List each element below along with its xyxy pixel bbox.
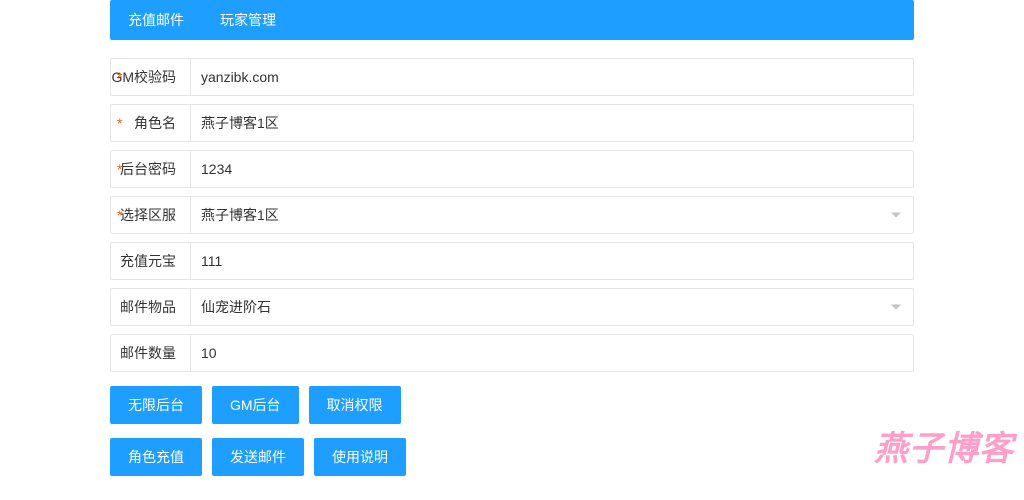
label-server-select: 选择区服: [111, 197, 191, 233]
role-recharge-button[interactable]: 角色充值: [110, 438, 202, 476]
role-name-input[interactable]: [201, 115, 903, 131]
label-role-name: 角色名: [111, 105, 191, 141]
row-mail-quantity: 邮件数量: [110, 334, 914, 372]
gm-admin-button[interactable]: GM后台: [212, 386, 299, 424]
input-wrap-admin-password: [191, 151, 913, 187]
unlimited-admin-button[interactable]: 无限后台: [110, 386, 202, 424]
tabs-bar: 充值邮件 玩家管理: [110, 0, 914, 40]
tab-recharge-mail[interactable]: 充值邮件: [110, 0, 202, 40]
input-wrap-gm-code: [191, 59, 913, 95]
row-role-name: 角色名: [110, 104, 914, 142]
cancel-permission-button[interactable]: 取消权限: [309, 386, 401, 424]
recharge-yuanbao-input[interactable]: [201, 253, 903, 269]
server-select-value: 燕子博客1区: [201, 205, 279, 225]
row-recharge-yuanbao: 充值元宝: [110, 242, 914, 280]
admin-password-input[interactable]: [201, 161, 903, 177]
label-gm-code: GM校验码: [111, 59, 191, 95]
gm-code-input[interactable]: [201, 69, 903, 85]
label-mail-quantity: 邮件数量: [111, 335, 191, 371]
input-wrap-mail-quantity: [191, 335, 913, 371]
usage-info-button[interactable]: 使用说明: [314, 438, 406, 476]
chevron-down-icon: [891, 305, 901, 310]
server-select[interactable]: 燕子博客1区: [191, 197, 913, 233]
row-server-select: 选择区服 燕子博客1区: [110, 196, 914, 234]
input-wrap-role-name: [191, 105, 913, 141]
send-mail-button[interactable]: 发送邮件: [212, 438, 304, 476]
row-mail-item: 邮件物品 仙宠进阶石: [110, 288, 914, 326]
input-wrap-recharge-yuanbao: [191, 243, 913, 279]
button-row-1: 无限后台 GM后台 取消权限: [110, 386, 914, 424]
row-gm-code: GM校验码: [110, 58, 914, 96]
form: GM校验码 角色名 后台密码 选择区服 燕子博客1区 充值元宝: [110, 58, 914, 476]
mail-item-value: 仙宠进阶石: [201, 297, 271, 317]
label-mail-item: 邮件物品: [111, 289, 191, 325]
row-admin-password: 后台密码: [110, 150, 914, 188]
button-row-2: 角色充值 发送邮件 使用说明: [110, 438, 914, 476]
tab-player-manage[interactable]: 玩家管理: [202, 0, 294, 40]
mail-item-select[interactable]: 仙宠进阶石: [191, 289, 913, 325]
label-admin-password: 后台密码: [111, 151, 191, 187]
label-recharge-yuanbao: 充值元宝: [111, 243, 191, 279]
mail-quantity-input[interactable]: [201, 345, 903, 361]
chevron-down-icon: [891, 213, 901, 218]
